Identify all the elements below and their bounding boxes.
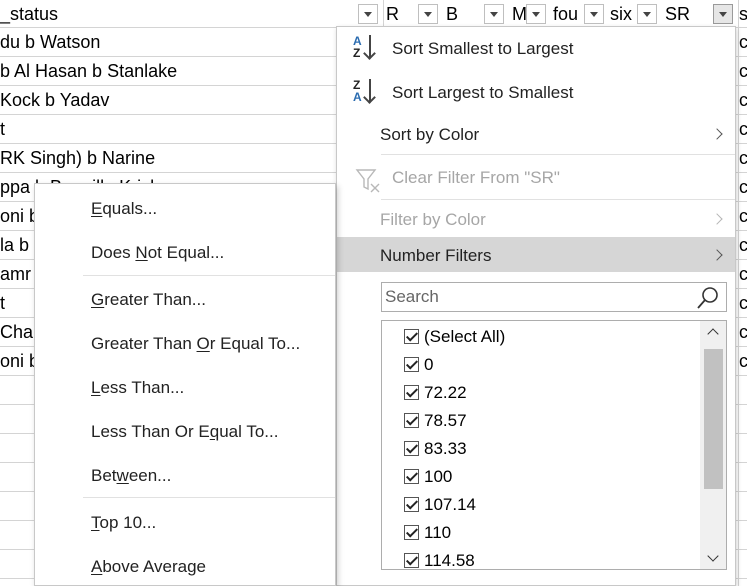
menu-item-top-10[interactable]: Top 10...	[91, 513, 156, 533]
sort-ascending-item[interactable]: A Z Sort Smallest to Largest	[337, 27, 735, 71]
cell: c	[739, 61, 747, 81]
scroll-up-icon[interactable]	[700, 321, 726, 343]
sort-descending-icon: Z A	[353, 77, 381, 107]
sort-descending-item[interactable]: Z A Sort Largest to Smallest	[337, 71, 735, 115]
checkbox[interactable]	[404, 329, 419, 344]
checkbox[interactable]	[404, 525, 419, 540]
menu-item-less-than-or-equal[interactable]: Less Than Or Equal To...	[91, 422, 278, 442]
checkbox[interactable]	[404, 469, 419, 484]
menu-item-less-than[interactable]: Less Than...	[91, 378, 184, 398]
filter-dropdown-button[interactable]	[418, 4, 438, 24]
menu-item-equals[interactable]: Equals...	[91, 199, 157, 219]
cell-dismissal: Kock b Yadav	[0, 90, 110, 110]
sort-by-color-label: Sort by Color	[380, 125, 480, 144]
header-col-r: R	[386, 4, 399, 24]
filter-by-color-label: Filter by Color	[380, 210, 486, 229]
chevron-right-icon	[711, 128, 723, 140]
cell: c	[739, 264, 747, 284]
checkbox[interactable]	[404, 497, 419, 512]
menu-item-greater-than-or-equal[interactable]: Greater Than Or Equal To...	[91, 334, 300, 354]
filter-dropdown-button[interactable]	[484, 4, 504, 24]
header-row: _status R B M fou six SR s	[0, 0, 747, 28]
cell-dismissal: t	[0, 293, 6, 313]
filter-dropdown-button[interactable]	[584, 4, 604, 24]
cell-dismissal: amr	[0, 264, 31, 284]
cell-dismissal: b Al Hasan b Stanlake	[0, 61, 178, 81]
checkbox[interactable]	[404, 441, 419, 456]
menu-item-between[interactable]: Between...	[91, 466, 171, 486]
chevron-right-icon	[711, 248, 723, 261]
cell-dismissal: RK Singh) b Narine	[0, 148, 156, 168]
divider	[381, 199, 735, 200]
divider	[83, 497, 335, 498]
cell: s	[739, 4, 747, 24]
autofilter-menu: A Z Sort Smallest to Largest Z A Sort La…	[336, 26, 736, 586]
header-col-b: B	[446, 4, 459, 24]
number-filters-label: Number Filters	[380, 246, 492, 265]
scroll-thumb[interactable]	[704, 349, 723, 489]
sort-descending-label: Sort Largest to Smallest	[392, 83, 574, 102]
checkbox[interactable]	[404, 413, 419, 428]
header-col-fou: fou	[553, 4, 579, 24]
cell-dismissal: du b Watson	[0, 32, 101, 52]
cell-dismissal: t	[0, 119, 6, 139]
cell: c	[739, 90, 747, 110]
divider	[83, 275, 335, 276]
menu-item-does-not-equal[interactable]: Does Not Equal...	[91, 243, 224, 263]
header-status: _status	[0, 4, 59, 24]
cell: c	[739, 351, 747, 371]
filter-dropdown-button[interactable]	[358, 4, 378, 24]
clear-filter-icon	[355, 169, 380, 193]
cell: c	[739, 177, 747, 197]
sort-ascending-icon: A Z	[353, 33, 381, 63]
filter-by-color-item[interactable]: Filter by Color	[337, 201, 735, 237]
checkbox[interactable]	[404, 357, 419, 372]
cell: c	[739, 119, 747, 139]
checkbox[interactable]	[404, 385, 419, 400]
menu-item-above-average[interactable]: Above Average	[91, 557, 206, 577]
chevron-right-icon	[711, 213, 723, 225]
search-field[interactable]	[381, 282, 727, 312]
list-scrollbar[interactable]	[700, 321, 726, 569]
cell: c	[739, 322, 747, 342]
sort-ascending-label: Sort Smallest to Largest	[392, 39, 574, 58]
sort-by-color-item[interactable]: Sort by Color	[337, 115, 735, 153]
sr-filter-dropdown-button[interactable]	[713, 4, 733, 24]
clear-filter-label: Clear Filter From "SR"	[392, 168, 560, 187]
search-input[interactable]	[382, 283, 682, 311]
header-col-m: M	[512, 4, 526, 24]
menu-item-greater-than[interactable]: Greater Than...	[91, 290, 206, 310]
number-filters-item[interactable]: Number Filters	[337, 237, 735, 272]
cell: c	[739, 235, 747, 255]
cell: c	[739, 206, 747, 226]
header-col-sr: SR	[665, 4, 691, 24]
divider	[381, 154, 735, 155]
cell: c	[739, 32, 747, 52]
cell: c	[739, 293, 747, 313]
number-filters-submenu: Equals... Does Not Equal... Greater Than…	[34, 183, 336, 586]
checkbox[interactable]	[404, 553, 419, 568]
header-col-six: six	[610, 4, 632, 24]
search-icon[interactable]	[696, 286, 720, 310]
values-list: (Select All) 0 72.22 78.57 83.33 100 107…	[381, 320, 727, 570]
cell-dismissal: la b	[0, 235, 30, 255]
filter-dropdown-button[interactable]	[526, 4, 546, 24]
scroll-down-icon[interactable]	[700, 547, 726, 569]
filter-dropdown-button[interactable]	[637, 4, 657, 24]
clear-filter-item[interactable]: Clear Filter From "SR"	[337, 157, 735, 197]
cell: c	[739, 148, 747, 168]
